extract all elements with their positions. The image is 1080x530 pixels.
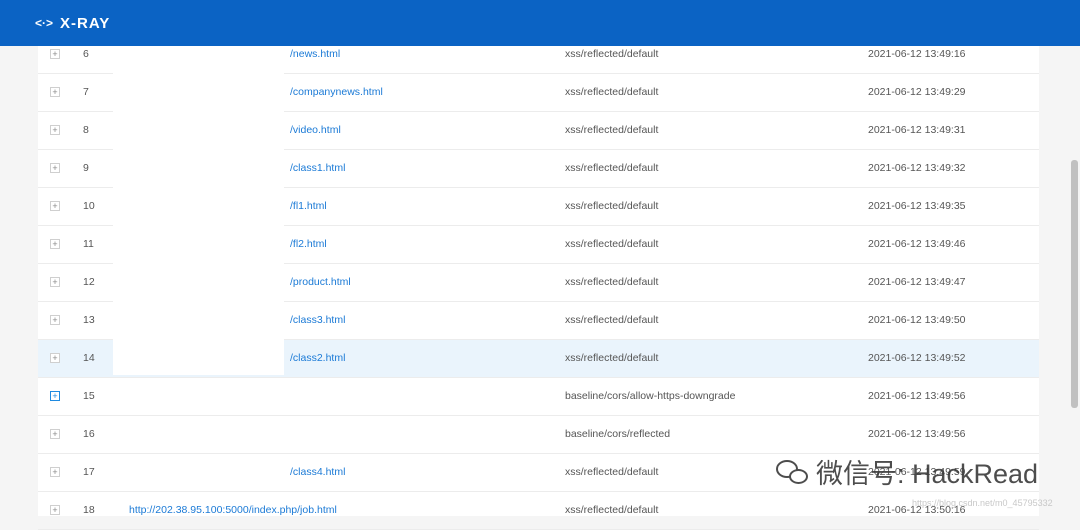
- row-number: 15: [83, 390, 95, 402]
- watermark-text: 微信号: HackRead: [816, 459, 1039, 489]
- expand-row-button[interactable]: +: [50, 391, 60, 401]
- xray-logo-icon: <·>: [35, 16, 54, 30]
- target-url-link[interactable]: /companynews.html: [290, 86, 383, 98]
- plugin-name: xss/reflected/default: [565, 162, 659, 174]
- row-number: 13: [83, 314, 95, 326]
- xray-logo-text: X-RAY: [60, 14, 111, 32]
- vertical-scrollbar[interactable]: [1071, 160, 1078, 408]
- expand-row-button[interactable]: +: [50, 467, 60, 477]
- create-time: 2021-06-12 13:49:32: [868, 162, 966, 174]
- row-number: 9: [83, 162, 89, 174]
- target-url-link[interactable]: /product.html: [290, 276, 351, 288]
- table-row[interactable]: +15 baseline/cors/allow-https-downgrade 20…: [38, 378, 1039, 416]
- target-url-link[interactable]: /news.html: [290, 48, 340, 60]
- plugin-name: xss/reflected/default: [565, 276, 659, 288]
- plugin-name: xss/reflected/default: [565, 352, 659, 364]
- expand-row-button[interactable]: +: [50, 277, 60, 287]
- row-number: 7: [83, 86, 89, 98]
- row-number: 8: [83, 124, 89, 136]
- xray-logo[interactable]: <·> X-RAY: [35, 15, 110, 32]
- expand-row-button[interactable]: +: [50, 125, 60, 135]
- plugin-name: xss/reflected/default: [565, 48, 659, 60]
- expand-row-button[interactable]: +: [50, 87, 60, 97]
- target-url-link[interactable]: /fl2.html: [290, 238, 327, 250]
- create-time: 2021-06-12 13:49:29: [868, 86, 966, 98]
- create-time: 2021-06-12 13:49:31: [868, 124, 966, 136]
- expand-row-button[interactable]: +: [50, 239, 60, 249]
- create-time: 2021-06-12 13:49:35: [868, 200, 966, 212]
- target-url-link[interactable]: /class3.html: [290, 314, 345, 326]
- create-time: 2021-06-12 13:49:47: [868, 276, 966, 288]
- plugin-name: xss/reflected/default: [565, 238, 659, 250]
- target-url-link[interactable]: http://202.38.95.100:5000/index.php/job.…: [129, 504, 337, 516]
- redacted-area: [113, 36, 284, 375]
- row-number: 14: [83, 352, 95, 364]
- target-url-link[interactable]: /class1.html: [290, 162, 345, 174]
- expand-row-button[interactable]: +: [50, 353, 60, 363]
- plugin-name: xss/reflected/default: [565, 86, 659, 98]
- plugin-name: xss/reflected/default: [565, 124, 659, 136]
- target-url-link[interactable]: /class4.html: [290, 466, 345, 478]
- row-number: 16: [83, 428, 95, 440]
- row-number: 10: [83, 200, 95, 212]
- plugin-name: xss/reflected/default: [565, 466, 659, 478]
- target-url-link[interactable]: /video.html: [290, 124, 341, 136]
- plugin-name: baseline/cors/reflected: [565, 428, 671, 440]
- row-number: 18: [83, 504, 95, 516]
- create-time: 2021-06-12 13:49:50: [868, 314, 966, 326]
- table-row[interactable]: +16 baseline/cors/reflected 2021-06-12 13:…: [38, 416, 1039, 454]
- create-time: 2021-06-12 13:49:56: [868, 428, 966, 440]
- row-number: 12: [83, 276, 95, 288]
- create-time: 2021-06-12 13:49:16: [868, 48, 966, 60]
- expand-row-button[interactable]: +: [50, 429, 60, 439]
- watermark-sub-text: https://blog.csdn.net/m0_45795332: [912, 498, 1053, 508]
- plugin-name: xss/reflected/default: [565, 200, 659, 212]
- create-time: 2021-06-12 13:49:52: [868, 352, 966, 364]
- row-number: 17: [83, 466, 95, 478]
- plugin-name: baseline/cors/allow-https-downgrade: [565, 390, 736, 402]
- create-time: 2021-06-12 13:49:56: [868, 390, 966, 402]
- target-url-link[interactable]: /class2.html: [290, 352, 345, 364]
- target-url-link[interactable]: /fl1.html: [290, 200, 327, 212]
- top-navbar: <·> X-RAY: [0, 0, 1080, 46]
- expand-row-button[interactable]: +: [50, 163, 60, 173]
- wechat-icon: [776, 457, 810, 487]
- expand-row-button[interactable]: +: [50, 315, 60, 325]
- expand-row-button[interactable]: +: [50, 49, 60, 59]
- create-time: 2021-06-12 13:49:46: [868, 238, 966, 250]
- row-number: 11: [83, 238, 94, 250]
- plugin-name: xss/reflected/default: [565, 504, 659, 516]
- plugin-name: xss/reflected/default: [565, 314, 659, 326]
- table-row[interactable]: +18 http://202.38.95.100:5000/index.php/j…: [38, 492, 1039, 530]
- expand-row-button[interactable]: +: [50, 201, 60, 211]
- wechat-watermark: 微信号: HackRead: [776, 452, 1038, 491]
- row-number: 6: [83, 48, 89, 60]
- expand-row-button[interactable]: +: [50, 505, 60, 515]
